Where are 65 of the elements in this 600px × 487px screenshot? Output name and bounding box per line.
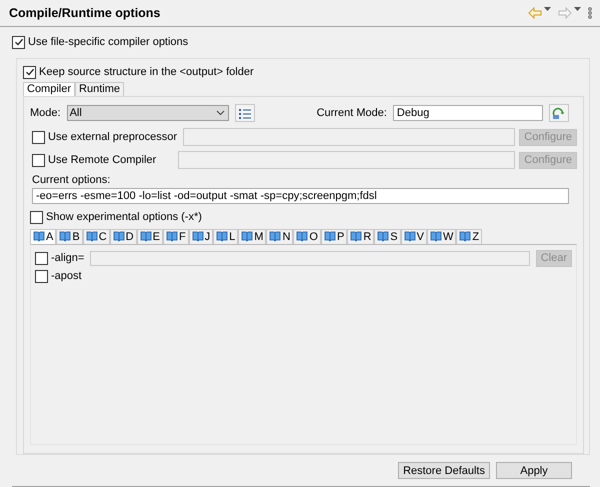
mode-label: Mode: <box>30 107 61 119</box>
checkbox[interactable] <box>35 270 48 282</box>
letter-tab[interactable]: D <box>110 228 137 244</box>
letter-tab[interactable]: J <box>188 228 214 244</box>
tab[interactable]: Runtime <box>75 82 124 96</box>
current-options-label: Current options: <box>32 174 112 186</box>
book-icon <box>459 231 472 242</box>
letter-tab[interactable]: N <box>266 228 294 244</box>
book-icon <box>86 231 98 242</box>
option-value-field[interactable] <box>90 250 530 266</box>
book-icon <box>269 231 282 242</box>
book-icon <box>430 231 442 242</box>
letter-tab[interactable]: Z <box>456 228 482 244</box>
checkbox-label[interactable]: Use file-specific compiler options <box>28 36 188 48</box>
chevron-down-icon <box>216 110 225 116</box>
letter-tab[interactable]: A <box>30 228 56 244</box>
current-mode-field: Debug <box>392 105 543 121</box>
book-icon <box>377 231 390 242</box>
checkbox[interactable] <box>30 210 43 224</box>
mode-value: All <box>70 107 82 119</box>
tab[interactable]: Compiler <box>23 82 76 96</box>
letter-tab[interactable]: O <box>293 228 321 244</box>
checkbox-label[interactable]: -apost <box>51 270 82 282</box>
book-icon <box>241 231 254 242</box>
letter-tab[interactable]: E <box>136 228 163 244</box>
action-button[interactable]: Apply <box>496 462 572 479</box>
checkbox[interactable] <box>23 66 36 78</box>
book-icon <box>192 231 204 242</box>
letter-tab[interactable]: R <box>347 228 374 244</box>
tool-path-field[interactable] <box>183 128 516 146</box>
action-button[interactable]: Restore Defaults <box>398 462 490 479</box>
letter-tab[interactable]: S <box>374 228 401 244</box>
checkbox-label[interactable]: Keep source structure in the <output> folder <box>39 66 254 78</box>
book-icon <box>166 231 178 242</box>
current-options-field[interactable]: -eo=errs -esme=100 -lo=list -od=output -smat -sp=cpy;screenpgm;fdsl <box>32 188 569 204</box>
mode-dropdown[interactable]: All <box>66 105 229 121</box>
book-icon <box>140 231 152 242</box>
letter-tab[interactable]: M <box>238 228 266 244</box>
checkbox[interactable] <box>12 36 25 48</box>
book-icon <box>324 231 336 242</box>
book-icon <box>296 231 308 242</box>
current-mode-label: Current Mode: <box>316 107 387 119</box>
book-icon <box>33 231 45 242</box>
book-icon <box>59 231 72 242</box>
tool-path-field[interactable] <box>178 151 516 169</box>
book-icon <box>404 231 416 242</box>
book-icon <box>112 231 125 242</box>
checkbox-label[interactable]: Show experimental options (-x*) <box>46 211 202 223</box>
dropdown-icon[interactable] <box>544 7 551 11</box>
list-icon <box>238 108 251 118</box>
letter-tab[interactable]: F <box>162 228 189 244</box>
book-icon <box>216 231 228 242</box>
letter-tab[interactable]: W <box>426 228 456 244</box>
letter-tab[interactable]: B <box>56 228 83 244</box>
refresh-button[interactable] <box>548 104 569 122</box>
letter-tab[interactable]: V <box>400 228 427 244</box>
list-button[interactable] <box>234 104 255 122</box>
letter-tab[interactable]: P <box>320 228 348 244</box>
book-icon <box>350 231 362 242</box>
letter-tab[interactable]: C <box>82 228 110 244</box>
refresh-icon <box>552 106 566 120</box>
more-icon[interactable] <box>588 7 592 19</box>
dropdown-icon[interactable] <box>574 7 581 11</box>
page-title: Compile/Runtime options <box>9 6 162 20</box>
letter-tab[interactable]: L <box>213 228 238 244</box>
